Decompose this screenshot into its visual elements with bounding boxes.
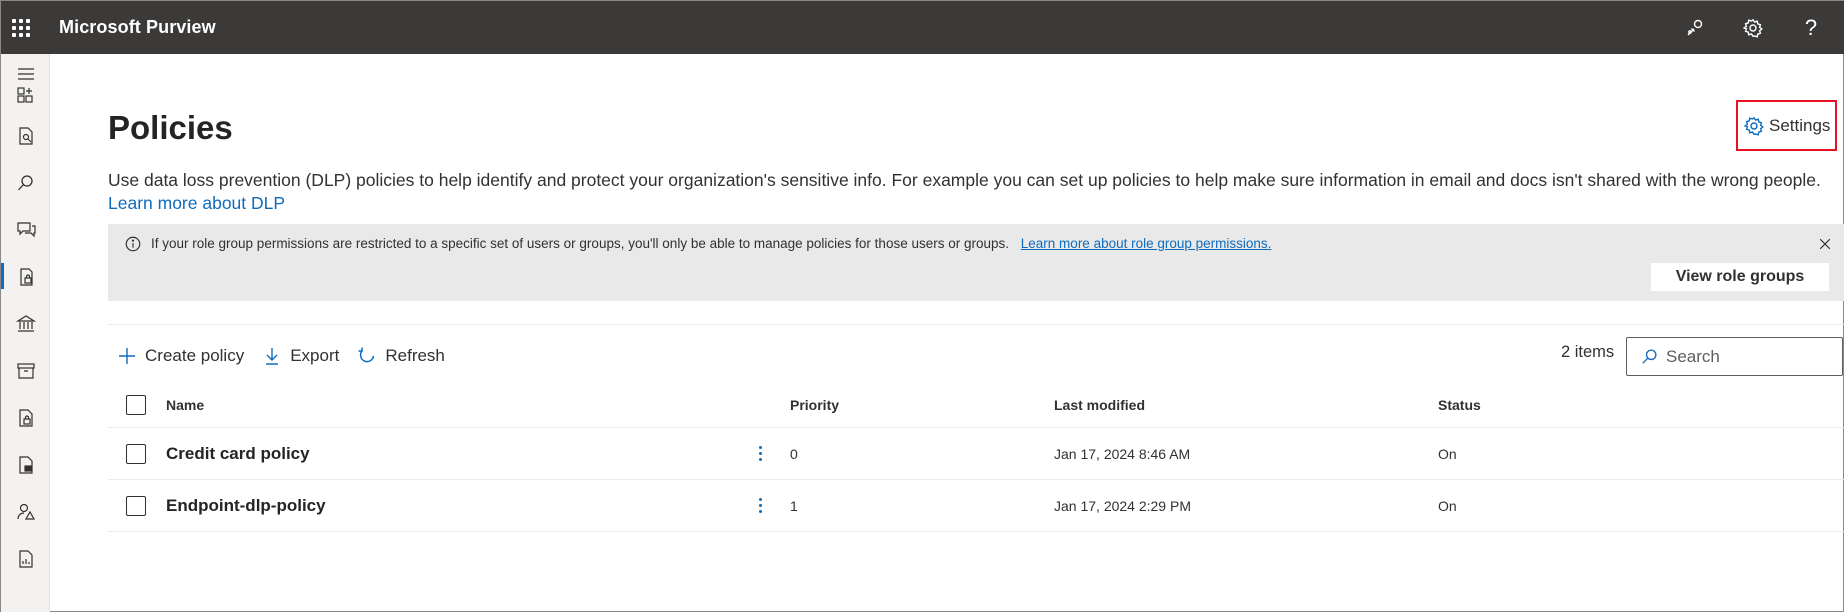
audit-icon[interactable] [1, 535, 50, 582]
export-label: Export [290, 346, 340, 365]
policy-name[interactable]: Endpoint-dlp-policy [166, 480, 326, 531]
waffle-icon [12, 18, 30, 37]
policy-priority: 1 [790, 497, 798, 514]
report-icon[interactable] [1, 112, 50, 159]
policy-last-modified: Jan 17, 2024 8:46 AM [1054, 445, 1191, 462]
gear-icon [1744, 116, 1764, 136]
row-select-cell [126, 428, 146, 479]
communication-icon[interactable] [1, 206, 50, 253]
view-role-groups-button[interactable]: View role groups [1651, 263, 1829, 291]
export-button[interactable]: Export [253, 338, 348, 374]
refresh-label: Refresh [385, 346, 445, 365]
bank-icon[interactable] [1, 300, 50, 347]
row-select-cell [126, 480, 146, 531]
more-options-icon[interactable] [750, 428, 770, 479]
role-group-permissions-link[interactable]: Learn more about role group permissions. [1021, 236, 1272, 251]
table-row[interactable]: Credit card policy 0 Jan 17, 2024 8:46 A… [108, 428, 1844, 480]
dlp-policy-icon[interactable] [1, 253, 50, 300]
search-box[interactable] [1626, 337, 1843, 376]
more-options-icon[interactable] [750, 480, 770, 531]
column-header-status[interactable]: Status [1438, 382, 1481, 427]
divider [108, 324, 1844, 325]
banner-text: If your role group permissions are restr… [151, 236, 1010, 251]
column-header-last-modified[interactable]: Last modified [1054, 382, 1145, 427]
left-navigation-rail [1, 54, 50, 612]
search-icon[interactable] [1, 159, 50, 206]
gear-icon[interactable] [1733, 8, 1773, 48]
column-header-name[interactable]: Name [166, 382, 204, 427]
info-banner: If your role group permissions are restr… [108, 224, 1844, 301]
search-input[interactable] [1666, 346, 1826, 367]
search-icon [1642, 349, 1657, 364]
policy-status: On [1438, 445, 1457, 462]
row-checkbox[interactable] [126, 495, 146, 516]
create-policy-label: Create policy [145, 346, 245, 365]
close-icon[interactable] [1813, 232, 1837, 256]
refresh-button[interactable]: Refresh [348, 338, 454, 374]
row-checkbox[interactable] [126, 443, 146, 464]
settings-label: Settings [1769, 115, 1831, 135]
items-count: 2 items [1561, 343, 1615, 361]
description-text: Use data loss prevention (DLP) policies … [108, 170, 1821, 190]
table-header-row: Name Priority Last modified Status [108, 382, 1844, 428]
apps-icon[interactable] [1, 87, 50, 104]
feedback-icon[interactable] [1675, 8, 1715, 48]
banner-message: If your role group permissions are restr… [151, 236, 1271, 251]
column-header-priority[interactable]: Priority [790, 382, 839, 427]
lock-file-icon[interactable] [1, 441, 50, 488]
refresh-icon [358, 347, 375, 363]
info-icon [125, 236, 141, 252]
table-row[interactable]: Endpoint-dlp-policy 1 Jan 17, 2024 2:29 … [108, 480, 1844, 532]
top-bar: Microsoft Purview ? [1, 1, 1844, 54]
create-policy-button[interactable]: Create policy [108, 338, 253, 374]
policy-priority: 0 [790, 445, 798, 462]
learn-more-dlp-link[interactable]: Learn more about DLP [108, 192, 1838, 215]
page-description: Use data loss prevention (DLP) policies … [108, 169, 1838, 215]
page-title: Policies [108, 109, 233, 146]
settings-button[interactable]: Settings [1736, 100, 1837, 151]
user-warning-icon[interactable] [1, 488, 50, 535]
download-icon [266, 348, 279, 365]
policy-last-modified: Jan 17, 2024 2:29 PM [1054, 497, 1191, 514]
select-all-cell [126, 382, 146, 427]
select-all-checkbox[interactable] [126, 394, 146, 415]
help-glyph: ? [1804, 14, 1818, 40]
app-launcher-button[interactable] [1, 1, 41, 54]
main-content: Policies Settings Use data loss preventi… [108, 54, 1844, 612]
policies-table: Name Priority Last modified Status Credi… [108, 382, 1844, 532]
add-icon [119, 348, 135, 364]
help-icon[interactable]: ? [1791, 8, 1831, 48]
lock-document-icon[interactable] [1, 394, 50, 441]
app-title[interactable]: Microsoft Purview [59, 17, 216, 38]
policy-name[interactable]: Credit card policy [166, 428, 310, 479]
policy-status: On [1438, 497, 1457, 514]
archive-icon[interactable] [1, 347, 50, 394]
command-bar: Create policy Export Refresh [108, 338, 454, 374]
